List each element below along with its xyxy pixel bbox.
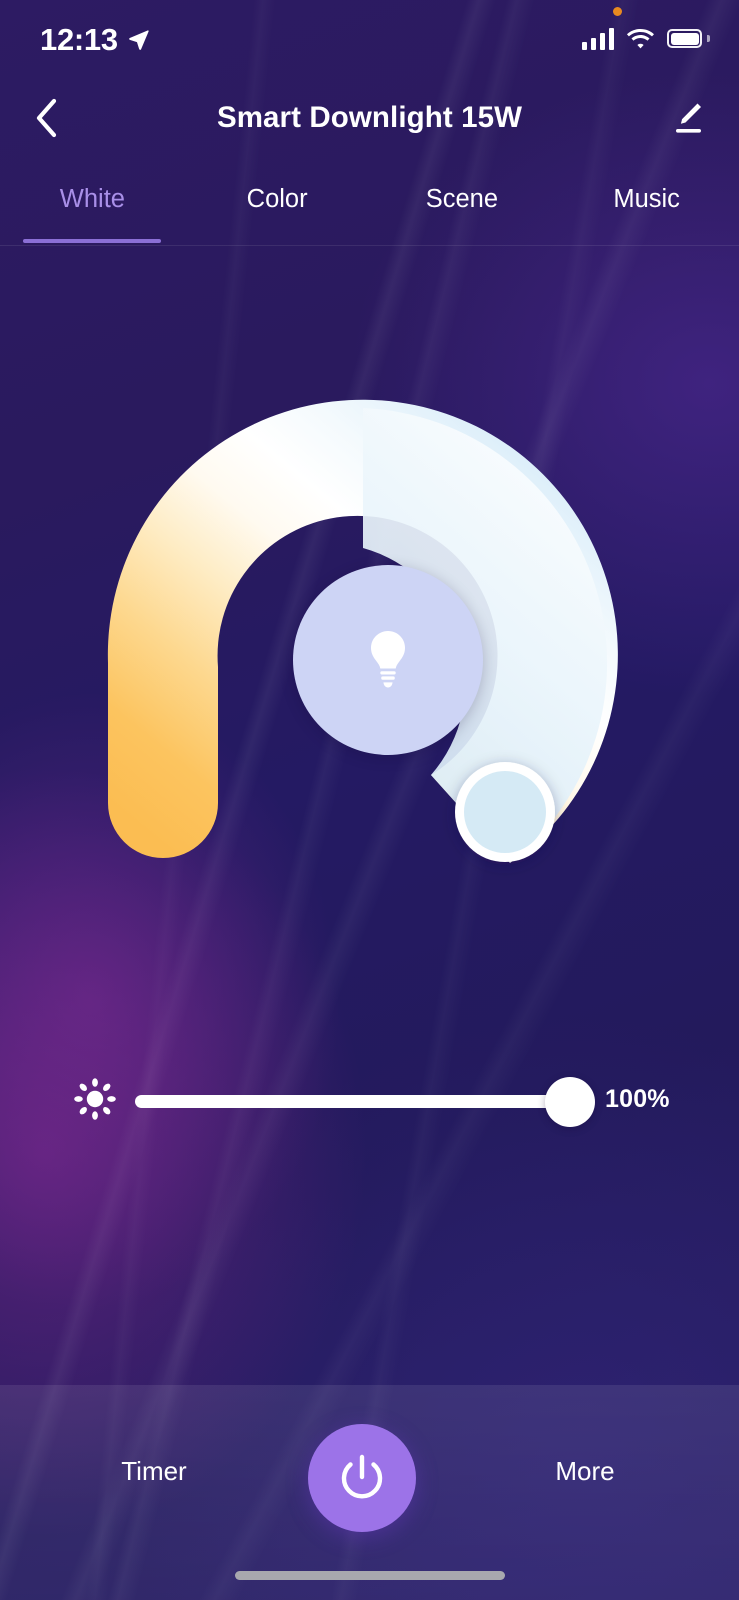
dial-center-disc: [292, 565, 483, 755]
edit-device-button[interactable]: [655, 80, 719, 156]
tab-white-label: White: [59, 184, 125, 213]
bottom-action-bar: Timer More: [0, 1385, 739, 1600]
pencil-edit-icon: [676, 103, 701, 133]
header-bar: Smart Downlight 15W: [0, 80, 739, 156]
power-icon: [341, 1454, 383, 1499]
status-bar: 12:13: [0, 0, 739, 78]
status-bar-left: 12:13: [40, 24, 150, 55]
color-temperature-dial[interactable]: [95, 395, 630, 875]
dial-handle[interactable]: [455, 762, 555, 862]
status-bar-clock: 12:13: [40, 21, 118, 57]
tab-scene-label: Scene: [425, 184, 499, 213]
mode-tab-bar: White Color Scene Music: [0, 168, 739, 246]
brightness-sun-icon: [74, 1078, 116, 1120]
wifi-icon: [626, 29, 654, 49]
tab-music-label: Music: [613, 184, 680, 213]
tab-white[interactable]: White: [0, 168, 185, 230]
location-arrow-icon: [128, 29, 149, 50]
timer-button[interactable]: Timer: [64, 1441, 244, 1501]
brightness-value-label: 100%: [605, 1084, 670, 1113]
recording-indicator-dot: [612, 7, 622, 16]
cellular-signal-icon: [581, 28, 614, 50]
tab-scene[interactable]: Scene: [370, 168, 555, 230]
brightness-slider-row: 100%: [0, 1068, 739, 1130]
app-screen: 12:13 Smart Downlight 15W White Color Sc…: [0, 0, 739, 1600]
tab-color-label: Color: [246, 184, 308, 213]
brightness-slider-thumb[interactable]: [545, 1076, 595, 1127]
brightness-slider-track[interactable]: [135, 1095, 576, 1108]
more-button[interactable]: More: [495, 1441, 675, 1501]
tab-color[interactable]: Color: [185, 168, 370, 230]
page-title: Smart Downlight 15W: [216, 101, 523, 134]
home-indicator: [234, 1571, 505, 1580]
power-toggle-button[interactable]: [308, 1424, 416, 1532]
status-bar-right: [581, 7, 710, 50]
tab-music[interactable]: Music: [554, 168, 739, 230]
light-bulb-icon: [370, 631, 405, 688]
battery-full-icon: [667, 29, 710, 49]
